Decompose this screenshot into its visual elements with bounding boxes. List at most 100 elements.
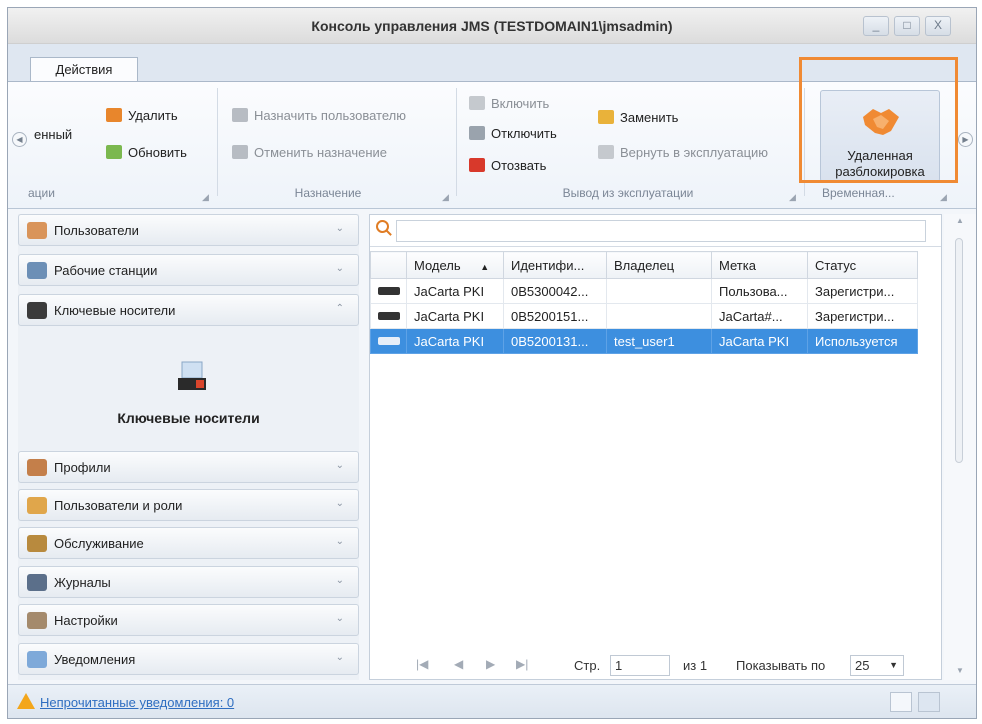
sidebar-item-notifications[interactable]: Уведомления ⌄: [18, 643, 359, 675]
cell-label: JaCarta PKI: [711, 328, 808, 354]
unassign-icon: [232, 145, 248, 159]
view-list-icon[interactable]: [890, 692, 912, 712]
tokens-table: Модель ▲ Идентифи... Владелец Метка Стат…: [370, 251, 918, 354]
chevron-down-icon: ⌄: [335, 613, 344, 624]
delete-button[interactable]: Удалить: [106, 108, 178, 123]
group-label-assign: Назначение: [294, 186, 362, 200]
chevron-down-icon: ⌄: [335, 652, 344, 663]
chevron-down-icon: ⌄: [335, 536, 344, 547]
group-label-temp: Временная...: [822, 186, 895, 200]
revoke-button[interactable]: Отозвать: [469, 158, 546, 173]
search-icon[interactable]: [376, 220, 389, 233]
sidebar-item-maintenance[interactable]: Обслуживание ⌄: [18, 527, 359, 559]
key-tokens-panel: Ключевые носители: [18, 332, 359, 442]
sidebar-item-users[interactable]: Пользователи ⌄: [18, 214, 359, 246]
delete-icon: [106, 108, 122, 122]
last-page-icon[interactable]: ▶|: [516, 657, 528, 671]
page-size-select[interactable]: 25 ▼: [850, 655, 904, 676]
users-icon: [27, 222, 47, 239]
group-expand-icon[interactable]: ◢: [789, 192, 796, 203]
group-expand-icon[interactable]: ◢: [442, 192, 449, 203]
highlight-frame: [799, 57, 958, 183]
chevron-up-icon: ⌃: [335, 303, 344, 314]
first-page-icon[interactable]: |◀: [416, 657, 428, 671]
search-bar: [370, 215, 941, 247]
prev-page-icon[interactable]: ◀: [454, 657, 463, 671]
group-label-decommission: Вывод из эксплуатации: [562, 186, 694, 200]
maintenance-icon: [27, 535, 47, 552]
cell-owner: [606, 278, 712, 304]
sidebar-item-roles[interactable]: Пользователи и роли ⌄: [18, 489, 359, 521]
search-input[interactable]: [396, 220, 926, 242]
cell-label: JaCarta#...: [711, 303, 808, 329]
page-size-label: Показывать по: [736, 658, 826, 673]
refresh-icon: [106, 145, 122, 159]
cell-id: 0B5200131...: [503, 328, 607, 354]
workstations-icon: [27, 262, 47, 279]
column-header-icon: [370, 251, 407, 279]
device-icon: [370, 303, 407, 329]
tokens-grid: Модель ▲ Идентифи... Владелец Метка Стат…: [369, 214, 942, 680]
page-label: Стр.: [574, 658, 601, 673]
vertical-scrollbar[interactable]: [955, 238, 963, 463]
group-expand-icon[interactable]: ◢: [202, 192, 209, 203]
pager: |◀ ◀ ▶ ▶| Стр. 1 из 1 Показывать по 25 ▼: [370, 651, 941, 679]
sidebar-item-profiles[interactable]: Профили ⌄: [18, 451, 359, 483]
group-expand-icon[interactable]: ◢: [940, 192, 947, 203]
assign-user-button[interactable]: Назначить пользователю: [232, 108, 406, 123]
logs-icon: [27, 574, 47, 591]
group-divider: [217, 88, 218, 196]
return-to-service-button[interactable]: Вернуть в эксплуатацию: [598, 145, 768, 160]
scroll-down-icon[interactable]: ▼: [956, 666, 964, 675]
panel-title: Ключевые носители: [117, 410, 260, 426]
maximize-button[interactable]: □: [894, 16, 920, 36]
refresh-button[interactable]: Обновить: [106, 145, 187, 160]
title-bar[interactable]: Консоль управления JMS (TESTDOMAIN1\jmsa…: [8, 8, 976, 44]
partial-button[interactable]: енный: [34, 127, 72, 142]
column-header-owner[interactable]: Владелец: [606, 251, 712, 279]
chevron-down-icon: ⌄: [335, 223, 344, 234]
key-token-large-icon: [178, 361, 206, 390]
tab-actions[interactable]: Действия: [30, 57, 138, 83]
table-row-selected[interactable]: JaCarta PKI 0B5200131... test_user1 JaCa…: [370, 328, 918, 354]
chevron-down-icon: ⌄: [335, 575, 344, 586]
sidebar-item-logs[interactable]: Журналы ⌄: [18, 566, 359, 598]
unassign-button[interactable]: Отменить назначение: [232, 145, 387, 160]
sidebar-item-workstations[interactable]: Рабочие станции ⌄: [18, 254, 359, 286]
dropdown-arrow-icon: ▼: [889, 660, 898, 670]
device-icon: [370, 278, 407, 304]
replace-button[interactable]: Заменить: [598, 110, 678, 125]
disable-icon: [469, 126, 485, 140]
chevron-down-icon: ⌄: [335, 460, 344, 471]
ribbon-scroll-right-icon[interactable]: ▶: [958, 132, 973, 147]
cell-model: JaCarta PKI: [406, 328, 504, 354]
revoke-icon: [469, 158, 485, 172]
roles-icon: [27, 497, 47, 514]
settings-icon: [27, 612, 47, 629]
scroll-up-icon[interactable]: ▲: [956, 216, 964, 225]
sidebar-item-settings[interactable]: Настройки ⌄: [18, 604, 359, 636]
sidebar-item-key-tokens[interactable]: Ключевые носители ⌃: [18, 294, 359, 326]
column-header-label[interactable]: Метка: [711, 251, 808, 279]
table-row[interactable]: JaCarta PKI 0B5300042... Пользова... Зар…: [370, 278, 918, 304]
column-header-status[interactable]: Статус: [807, 251, 918, 279]
view-split-icon[interactable]: [918, 692, 940, 712]
group-label-partial: ации: [28, 186, 55, 200]
ribbon-scroll-left-icon[interactable]: ◀: [12, 132, 27, 147]
minimize-button[interactable]: _: [863, 16, 889, 36]
next-page-icon[interactable]: ▶: [486, 657, 495, 671]
close-button[interactable]: X: [925, 16, 951, 36]
column-header-model[interactable]: Модель ▲: [406, 251, 504, 279]
chevron-down-icon: ⌄: [335, 263, 344, 274]
enable-button[interactable]: Включить: [469, 96, 549, 111]
table-row[interactable]: JaCarta PKI 0B5200151... JaCarta#... Зар…: [370, 303, 918, 329]
unread-notifications-link[interactable]: Непрочитанные уведомления: 0: [40, 695, 234, 710]
assign-user-icon: [232, 108, 248, 122]
right-scroll-strip: ▲ ▼: [944, 214, 976, 680]
disable-button[interactable]: Отключить: [469, 126, 557, 141]
enable-icon: [469, 96, 485, 110]
cell-model: JaCarta PKI: [406, 303, 504, 329]
profiles-icon: [27, 459, 47, 476]
page-input[interactable]: 1: [610, 655, 670, 676]
column-header-id[interactable]: Идентифи...: [503, 251, 607, 279]
